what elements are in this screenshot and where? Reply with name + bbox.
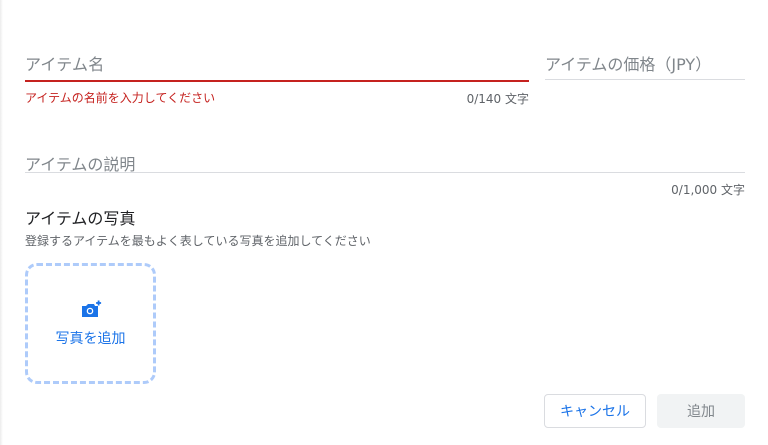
item-name-field[interactable]: アイテム名: [25, 46, 529, 82]
item-name-label: アイテム名: [25, 55, 105, 74]
item-name-error: アイテムの名前を入力してください: [25, 91, 216, 105]
photo-section-hint: 登録するアイテムを最もよく表している写真を追加してください: [25, 234, 371, 248]
add-photo-icon: [82, 300, 102, 317]
item-description-counter: 0/1,000 文字: [671, 183, 745, 197]
add-item-dialog: アイテム名 アイテムの名前を入力してください 0/140 文字 アイテムの価格（…: [0, 0, 768, 445]
cancel-button[interactable]: キャンセル: [544, 394, 646, 428]
add-button[interactable]: 追加: [657, 394, 745, 428]
item-price-field[interactable]: アイテムの価格（JPY）: [545, 46, 745, 80]
item-description-field[interactable]: アイテムの説明: [25, 146, 745, 174]
dialog-edge: [0, 0, 3, 445]
add-photo-label: 写真を追加: [55, 331, 126, 347]
add-photo-button[interactable]: 写真を追加: [25, 263, 156, 384]
item-description-label: アイテムの説明: [25, 155, 136, 174]
item-name-counter: 0/140 文字: [466, 92, 529, 106]
item-price-label: アイテムの価格（JPY）: [545, 55, 712, 74]
photo-section-title: アイテムの写真: [25, 209, 136, 228]
